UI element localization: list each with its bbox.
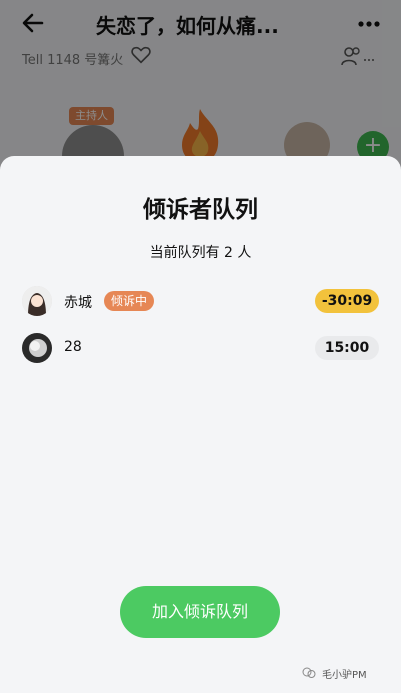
user-avatar-icon bbox=[22, 333, 52, 363]
avatar bbox=[22, 333, 52, 363]
wechat-icon bbox=[302, 667, 316, 678]
queue-time: 15:00 bbox=[315, 336, 379, 360]
queue-name: 28 bbox=[64, 339, 82, 355]
sheet-title: 倾诉者队列 bbox=[143, 197, 258, 223]
queue-time: -30:09 bbox=[315, 289, 379, 313]
avatar bbox=[22, 286, 52, 316]
queue-row[interactable]: 赤城 倾诉中 -30:09 bbox=[0, 284, 401, 318]
queue-row[interactable]: 28 15:00 bbox=[0, 331, 401, 365]
speaking-badge: 倾诉中 bbox=[104, 291, 155, 311]
queue-name: 赤城 bbox=[64, 295, 92, 311]
join-queue-button[interactable]: 加入倾诉队列 bbox=[120, 586, 280, 638]
girl-avatar-icon bbox=[22, 286, 52, 316]
queue-sheet: 倾诉者队列 当前队列有 2 人 赤城 倾诉中 -30:09 28 15:00 加… bbox=[0, 156, 401, 693]
queue-count: 当前队列有 2 人 bbox=[149, 245, 252, 261]
watermark-text: 毛小驴PM bbox=[322, 670, 367, 681]
